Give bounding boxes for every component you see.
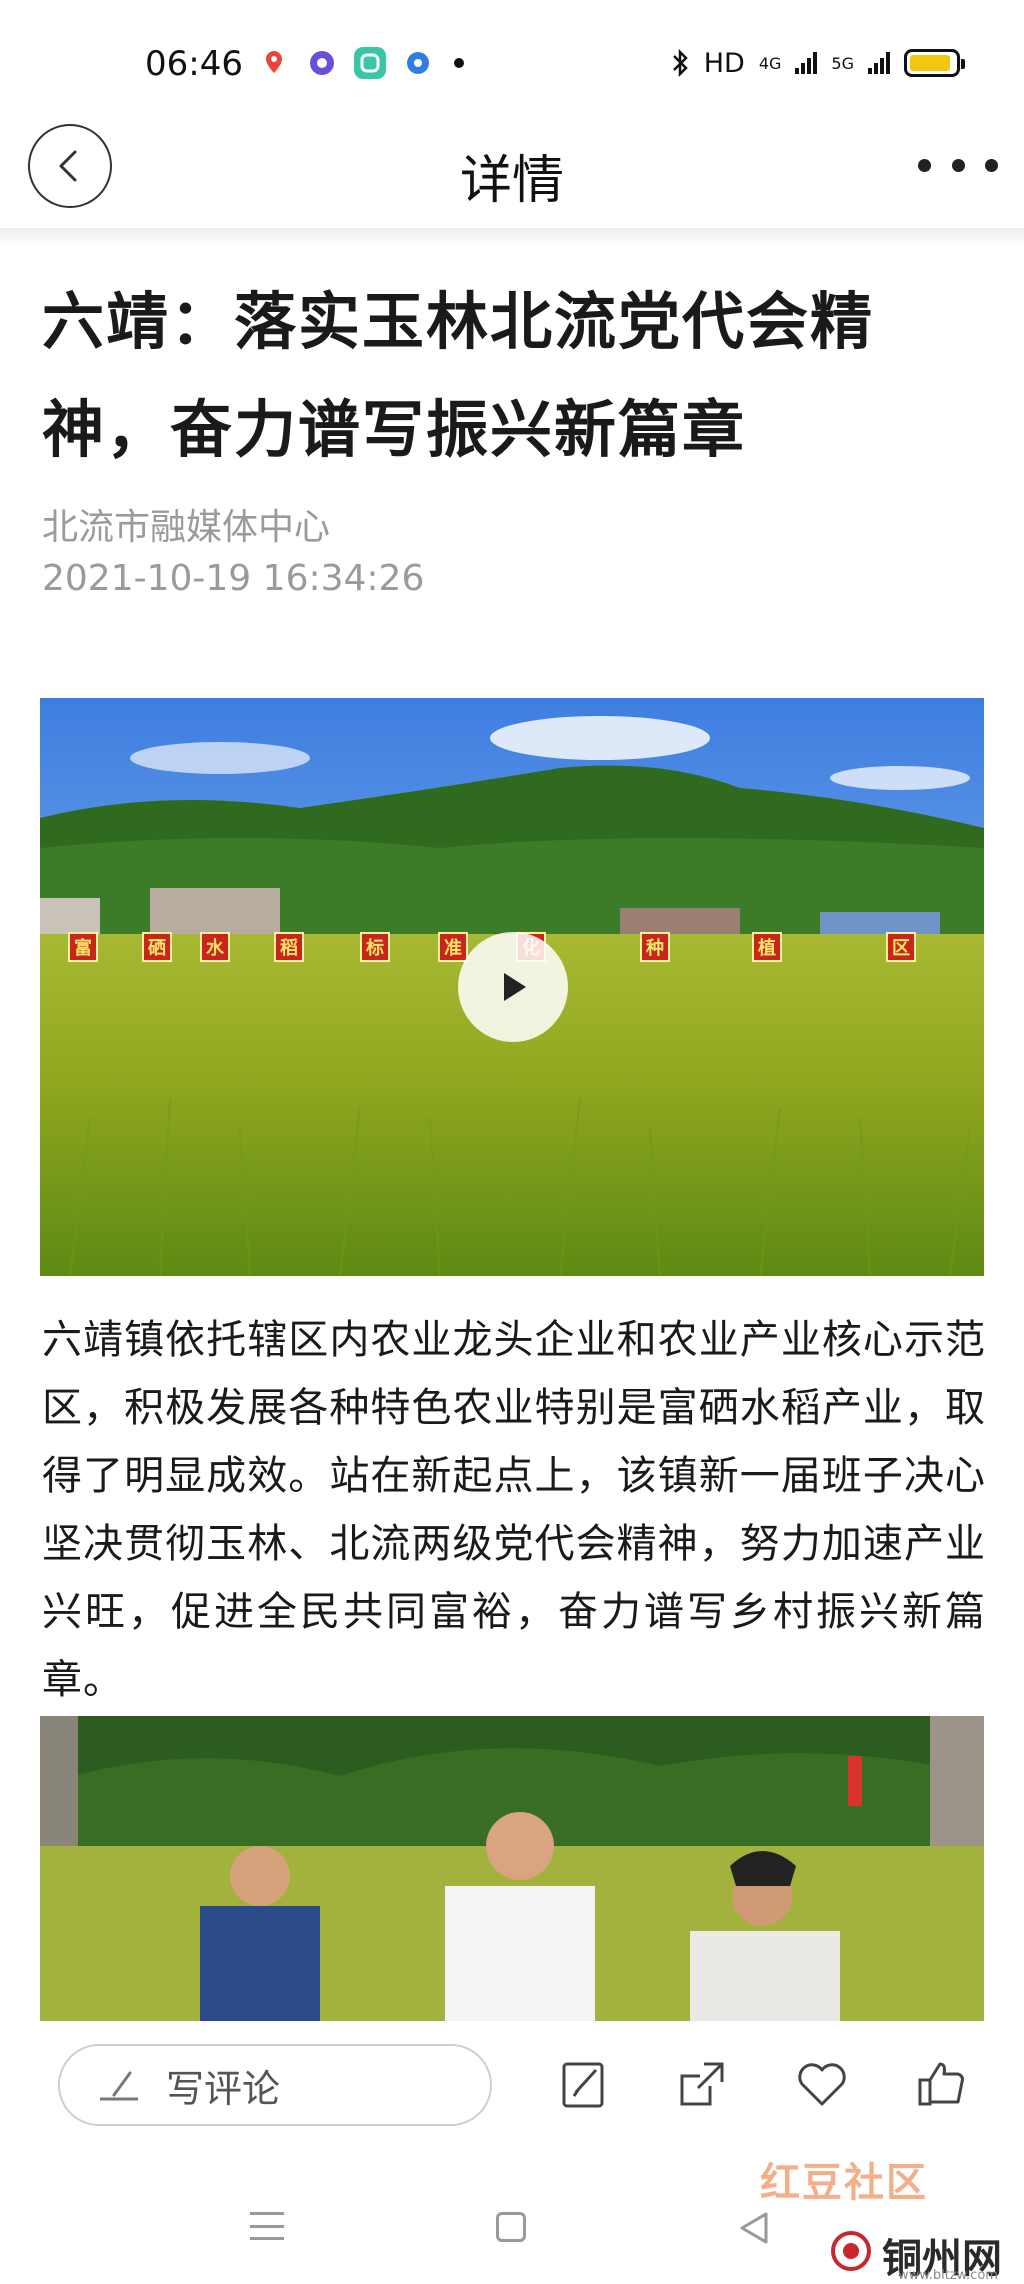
play-button[interactable] bbox=[458, 932, 568, 1042]
article-headline: 六靖：落实玉林北流党代会精神，奋力谱写振兴新篇章 bbox=[42, 285, 875, 466]
article-source: 北流市融媒体中心 bbox=[42, 507, 331, 548]
sim1-label: 4G bbox=[758, 53, 782, 73]
recent-apps-button[interactable] bbox=[250, 2212, 284, 2240]
thumbs-up-button[interactable] bbox=[914, 2056, 970, 2112]
status-time: 06:46 bbox=[145, 44, 243, 84]
status-indicators: HD 4G 5G bbox=[670, 46, 965, 80]
bottom-action-bar: 写评论 bbox=[0, 2022, 1024, 2162]
top-nav-bar: 详情 bbox=[0, 120, 1024, 230]
more-dots-icon bbox=[918, 158, 931, 172]
more-notifications-dot bbox=[454, 58, 464, 68]
video-sign-char: 植 bbox=[752, 932, 782, 962]
map-pin-notification-icon bbox=[258, 47, 290, 79]
article-datetime: 2021-10-19 16:34:26 bbox=[42, 558, 425, 599]
watermark-community: 红豆社区 bbox=[760, 2160, 928, 2206]
edit-button[interactable] bbox=[556, 2056, 612, 2112]
teal-app-notification-icon bbox=[354, 47, 386, 79]
more-options-button[interactable] bbox=[918, 150, 998, 180]
comment-input[interactable]: 写评论 bbox=[58, 2044, 492, 2126]
video-sign-char: 水 bbox=[200, 932, 230, 962]
share-button[interactable] bbox=[674, 2056, 730, 2112]
page-title: 详情 bbox=[459, 151, 564, 211]
signal-icon bbox=[795, 52, 818, 74]
signal-2-icon bbox=[868, 52, 890, 74]
article-body: 六靖镇依托辖区内农业龙头企业和农业产业核心示范区，积极发展各种特色农业特别是富硒… bbox=[42, 1317, 986, 1703]
comment-placeholder: 写评论 bbox=[166, 2066, 281, 2111]
video-player[interactable]: 富硒水稻标准化种植区 bbox=[40, 698, 984, 1276]
watermark-logo-icon bbox=[831, 2231, 871, 2271]
notification-icons bbox=[258, 46, 464, 80]
watermark-url: www.bltzw.com bbox=[898, 2268, 998, 2283]
share-icon bbox=[680, 2062, 724, 2106]
nav-divider bbox=[0, 228, 1024, 246]
video-sign-char: 稻 bbox=[274, 932, 304, 962]
battery-fill bbox=[910, 55, 950, 71]
sim2-label: 5G bbox=[831, 53, 854, 73]
blue-app-notification-icon bbox=[402, 47, 434, 79]
watermark: 红豆社区 铜州网 www.bltzw.com bbox=[760, 2150, 1024, 2283]
bluetooth-icon bbox=[672, 48, 688, 78]
video-sign-char: 准 bbox=[438, 932, 468, 962]
video-sign-char: 富 bbox=[68, 932, 98, 962]
pencil-icon bbox=[100, 2071, 138, 2101]
hd-label: HD bbox=[703, 47, 745, 79]
purple-app-notification-icon bbox=[306, 47, 338, 79]
home-button[interactable] bbox=[496, 2212, 526, 2242]
edit-icon bbox=[562, 2062, 604, 2108]
play-icon bbox=[504, 973, 526, 1001]
like-heart-icon bbox=[798, 2063, 846, 2106]
battery-icon bbox=[904, 49, 965, 77]
article-photo[interactable] bbox=[40, 1716, 984, 2021]
officials-in-field-photo bbox=[40, 1716, 984, 2021]
video-sign-char: 区 bbox=[886, 932, 916, 962]
status-bar: 06:46 HD 4G 5G bbox=[0, 0, 1024, 130]
video-sign-char: 种 bbox=[640, 932, 670, 962]
video-sign-char: 硒 bbox=[142, 932, 172, 962]
thumbs-up-icon bbox=[918, 2062, 964, 2106]
video-sign-char: 标 bbox=[360, 932, 390, 962]
favorite-button[interactable] bbox=[794, 2056, 850, 2112]
